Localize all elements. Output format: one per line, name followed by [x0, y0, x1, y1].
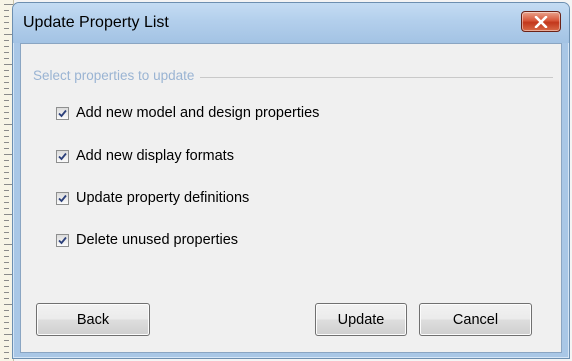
- ruler-tick: [4, 46, 9, 47]
- ruler-tick: [4, 76, 9, 77]
- back-button[interactable]: Back: [36, 303, 150, 336]
- checkbox-delete-unused-properties[interactable]: [56, 233, 69, 247]
- ruler-tick: [4, 58, 9, 59]
- ruler-tick: [4, 142, 9, 143]
- cancel-button[interactable]: Cancel: [419, 303, 532, 336]
- ruler-tick: [4, 100, 9, 101]
- ruler-tick: [4, 22, 9, 23]
- update-property-list-dialog: Update Property List Select properties t…: [12, 2, 570, 359]
- option-label: Update property definitions: [76, 190, 250, 206]
- option-add-model-design-properties[interactable]: Add new model and design properties: [56, 103, 319, 123]
- ruler-tick: [4, 310, 9, 311]
- ruler-tick: [4, 280, 9, 281]
- option-add-display-formats[interactable]: Add new display formats: [56, 146, 234, 166]
- close-button[interactable]: [521, 11, 561, 32]
- ruler-tick: [4, 88, 9, 89]
- ruler-tick: [4, 232, 9, 233]
- title-bar[interactable]: Update Property List: [13, 3, 569, 43]
- checkbox-update-property-definitions[interactable]: [56, 191, 69, 205]
- ruler-tick: [4, 322, 9, 323]
- ruler-tick: [4, 148, 9, 149]
- ruler-tick: [4, 118, 9, 119]
- dialog-title: Update Property List: [23, 14, 169, 31]
- ruler-tick: [4, 202, 9, 203]
- ruler-tick: [4, 220, 9, 221]
- ruler-tick: [4, 130, 9, 131]
- ruler-tick: [4, 136, 9, 137]
- ruler-tick: [4, 256, 9, 257]
- ruler-tick: [4, 52, 9, 53]
- option-label: Add new display formats: [76, 148, 234, 164]
- ruler-tick: [4, 328, 9, 329]
- ruler-tick: [4, 208, 9, 209]
- ruler-tick: [4, 268, 9, 269]
- checkbox-add-model-design-properties[interactable]: [56, 106, 69, 120]
- dialog-body: Select properties to update Add new mode…: [20, 43, 562, 353]
- ruler-tick: [4, 316, 9, 317]
- option-update-property-definitions[interactable]: Update property definitions: [56, 188, 249, 208]
- ruler-tick: [4, 160, 9, 161]
- option-delete-unused-properties[interactable]: Delete unused properties: [56, 230, 238, 250]
- ruler-tick: [4, 70, 9, 71]
- group-label: Select properties to update: [33, 68, 201, 83]
- ruler-tick: [4, 196, 9, 197]
- ruler-tick: [4, 340, 9, 341]
- option-label: Add new model and design properties: [76, 105, 320, 121]
- update-button[interactable]: Update: [315, 303, 407, 336]
- ruler-tick: [4, 178, 9, 179]
- checkbox-add-display-formats[interactable]: [56, 149, 69, 163]
- ruler-tick: [4, 40, 9, 41]
- ruler-tick: [4, 166, 9, 167]
- ruler-tick: [4, 106, 9, 107]
- ruler-tick: [4, 238, 9, 239]
- ruler-tick: [4, 298, 9, 299]
- ruler-tick: [4, 286, 9, 287]
- ruler-tick: [4, 112, 9, 113]
- ruler-tick: [4, 82, 9, 83]
- ruler-tick: [4, 4, 13, 5]
- ruler-tick: [4, 358, 9, 359]
- ruler-tick: [4, 16, 9, 17]
- ruler-tick: [4, 172, 9, 173]
- ruler-tick: [4, 28, 9, 29]
- ruler-tick: [4, 262, 9, 263]
- ruler-tick: [4, 190, 9, 191]
- ruler-tick: [4, 226, 9, 227]
- ruler-tick: [4, 346, 9, 347]
- ruler-tick: [4, 352, 9, 353]
- ruler-tick: [4, 292, 9, 293]
- option-label: Delete unused properties: [76, 232, 239, 248]
- close-icon: [534, 15, 548, 28]
- ruler-tick: [4, 10, 9, 11]
- ruler-tick: [4, 250, 9, 251]
